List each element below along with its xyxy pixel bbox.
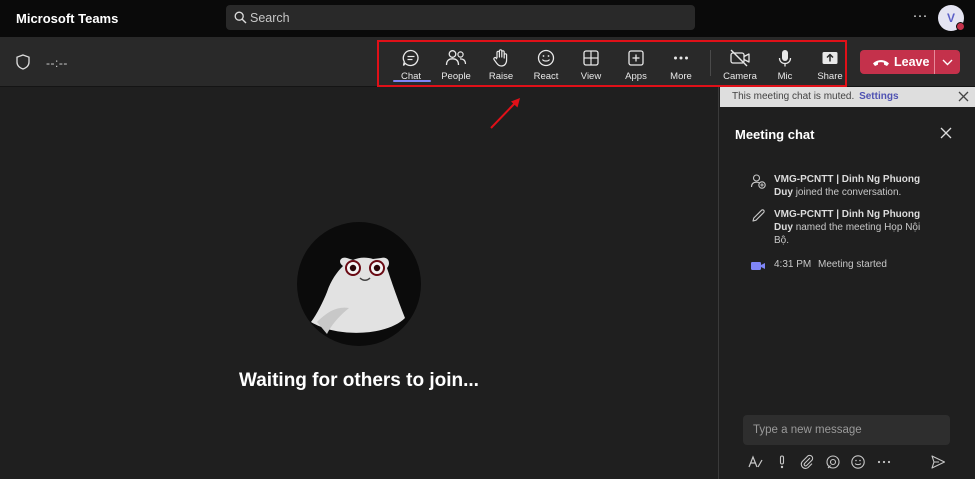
settings-more-icon[interactable]: ··· [910, 8, 930, 27]
camera-button[interactable]: Camera [718, 46, 762, 84]
close-icon[interactable] [958, 91, 969, 102]
mic-button[interactable]: Mic [763, 46, 807, 84]
search-icon [234, 11, 247, 24]
muted-banner-text: This meeting chat is muted. [732, 91, 855, 102]
people-button[interactable]: People [434, 46, 478, 84]
apps-label: Apps [625, 71, 647, 82]
raise-label: Raise [488, 71, 514, 82]
send-icon[interactable] [930, 454, 946, 470]
more-options-icon[interactable] [876, 454, 892, 470]
leave-label: Leave [894, 55, 930, 69]
grid-view-icon [583, 50, 599, 66]
annotation-arrow-icon [490, 98, 520, 129]
hang-up-phone-icon [873, 60, 889, 66]
event-time: 4:31 PM [774, 259, 812, 270]
emoji-icon[interactable] [850, 454, 866, 470]
attach-icon[interactable] [799, 454, 815, 470]
ghost-avatar-icon [311, 257, 405, 334]
leave-button[interactable]: Leave [860, 50, 934, 74]
apps-button[interactable]: Apps [614, 46, 658, 84]
event-description: Meeting started [818, 259, 887, 270]
format-icon[interactable] [748, 454, 764, 470]
add-app-icon [628, 50, 644, 66]
camera-off-icon [730, 49, 750, 67]
people-icon [445, 50, 467, 66]
muted-banner-text-wrap: This meeting chat is muted. Settings [732, 91, 899, 102]
camera-label: Camera [723, 71, 757, 82]
leave-options-dropdown[interactable] [935, 50, 960, 74]
view-button[interactable]: View [569, 46, 613, 84]
react-button[interactable]: React [524, 46, 568, 84]
message-input[interactable] [753, 415, 943, 445]
chat-muted-banner: This meeting chat is muted. Settings [720, 87, 975, 107]
meeting-toolbar: --:-- Chat People Raise React View Apps … [0, 37, 975, 87]
share-tray-icon [822, 52, 838, 64]
people-label: People [441, 71, 471, 82]
event-description: named the meeting Họp Nội Bộ. [774, 222, 921, 246]
meeting-controls-highlight: Chat People Raise React View Apps More C… [377, 40, 847, 87]
more-icon [674, 56, 688, 60]
chat-button[interactable]: Chat [389, 46, 433, 84]
chevron-down-icon [942, 59, 953, 66]
event-text: VMG-PCNTT | Dinh Ng Phuong Duy named the… [774, 208, 924, 247]
chat-icon [402, 49, 419, 67]
waiting-message: Waiting for others to join... [239, 370, 479, 391]
chat-active-indicator [393, 80, 431, 82]
pencil-icon [752, 209, 765, 222]
priority-icon[interactable] [774, 454, 790, 470]
toolbar-divider [710, 50, 711, 76]
search-box[interactable] [226, 5, 695, 30]
title-bar: Microsoft Teams ··· V [0, 0, 975, 37]
participant-avatar [297, 222, 421, 346]
event-text: VMG-PCNTT | Dinh Ng Phuong Duy joined th… [774, 173, 924, 199]
app-title: Microsoft Teams [16, 11, 119, 26]
share-label: Share [817, 71, 843, 82]
more-label: More [670, 71, 692, 82]
mic-icon [778, 50, 792, 67]
loop-icon[interactable] [825, 454, 841, 470]
chat-event: VMG-PCNTT | Dinh Ng Phuong Duy named the… [750, 208, 960, 248]
mic-label: Mic [777, 71, 793, 82]
meeting-timer: --:-- [46, 56, 68, 70]
event-description: joined the conversation. [795, 187, 902, 198]
smiley-icon [537, 49, 555, 67]
video-camera-icon [751, 262, 765, 270]
person-join-icon [750, 174, 766, 189]
chat-event: VMG-PCNTT | Dinh Ng Phuong Duy joined th… [750, 173, 960, 199]
chat-panel-title: Meeting chat [735, 127, 815, 142]
message-composer[interactable] [743, 415, 950, 445]
presence-status-dot [956, 22, 965, 31]
shield-icon[interactable] [16, 54, 30, 70]
share-button[interactable]: Share [808, 46, 852, 84]
view-label: View [580, 71, 602, 82]
chat-event: 4:31 PM Meeting started [750, 259, 960, 273]
more-button[interactable]: More [659, 46, 703, 84]
search-input[interactable] [250, 5, 680, 30]
raise-hand-button[interactable]: Raise [479, 46, 523, 84]
leave-control: Leave [860, 50, 960, 74]
close-chat-icon[interactable] [940, 127, 952, 139]
settings-link[interactable]: Settings [859, 91, 898, 102]
react-label: React [533, 71, 559, 82]
raise-hand-icon [493, 49, 508, 67]
